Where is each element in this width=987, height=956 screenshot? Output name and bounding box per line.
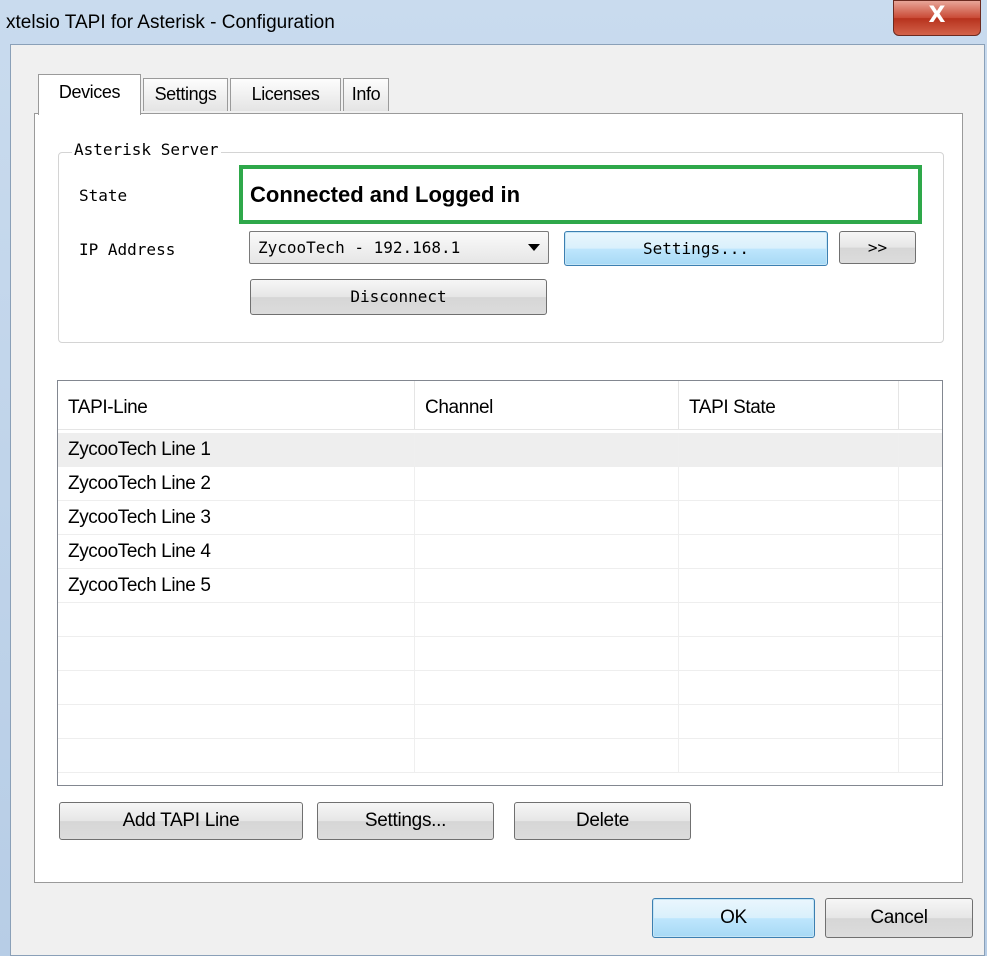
add-tapi-line-button[interactable]: Add TAPI Line [59, 802, 303, 840]
column-header-channel[interactable]: Channel [415, 381, 679, 429]
cell-tapi-state [679, 535, 899, 568]
close-button[interactable]: X [893, 0, 981, 36]
empty-row [58, 705, 942, 739]
close-icon: X [928, 3, 946, 28]
tab-devices[interactable]: Devices [38, 74, 141, 115]
window-title: xtelsio TAPI for Asterisk - Configuratio… [6, 12, 335, 33]
empty-row [58, 671, 942, 705]
table-row[interactable]: ZycooTech Line 1 [58, 433, 942, 467]
empty-row [58, 739, 942, 773]
cell-tapi-line: ZycooTech Line 4 [58, 535, 415, 568]
ok-button[interactable]: OK [652, 898, 815, 938]
ip-address-select[interactable]: ZycooTech - 192.168.1 [249, 231, 549, 264]
empty-cell [58, 705, 415, 738]
table-row[interactable]: ZycooTech Line 3 [58, 501, 942, 535]
cell-tapi-line: ZycooTech Line 3 [58, 501, 415, 534]
empty-cell [58, 671, 415, 704]
table-row[interactable]: ZycooTech Line 4 [58, 535, 942, 569]
tapi-lines-table[interactable]: TAPI-Line Channel TAPI State ZycooTech L… [57, 380, 943, 786]
empty-row [58, 637, 942, 671]
ip-address-label: IP Address [79, 240, 176, 259]
title-bar[interactable]: xtelsio TAPI for Asterisk - Configuratio… [0, 0, 987, 44]
empty-cell [415, 603, 679, 636]
cell-channel [415, 501, 679, 534]
disconnect-button[interactable]: Disconnect [250, 279, 547, 315]
tab-info[interactable]: Info [343, 78, 389, 111]
tab-settings[interactable]: Settings [143, 78, 228, 111]
cell-tapi-line: ZycooTech Line 2 [58, 467, 415, 500]
empty-cell [415, 705, 679, 738]
cell-tapi-line: ZycooTech Line 5 [58, 569, 415, 602]
expand-button[interactable]: >> [839, 231, 916, 264]
chevron-down-icon [528, 244, 540, 251]
empty-cell [679, 705, 899, 738]
group-legend: Asterisk Server [72, 140, 221, 159]
cell-tapi-state [679, 467, 899, 500]
tab-licenses[interactable]: Licenses [230, 78, 341, 111]
cell-tapi-line: ZycooTech Line 1 [58, 433, 415, 466]
config-window: xtelsio TAPI for Asterisk - Configuratio… [0, 0, 987, 956]
empty-cell [58, 637, 415, 670]
cell-channel [415, 535, 679, 568]
cell-channel [415, 467, 679, 500]
empty-cell [58, 739, 415, 772]
empty-cell [679, 637, 899, 670]
empty-cell [679, 739, 899, 772]
cell-channel [415, 433, 679, 466]
empty-cell [679, 603, 899, 636]
server-settings-button[interactable]: Settings... [564, 231, 828, 266]
empty-cell [415, 671, 679, 704]
empty-cell [415, 739, 679, 772]
delete-button[interactable]: Delete [514, 802, 691, 840]
state-value: Connected and Logged in [250, 182, 521, 207]
empty-cell [679, 671, 899, 704]
table-row[interactable]: ZycooTech Line 5 [58, 569, 942, 603]
empty-cell [415, 637, 679, 670]
empty-row [58, 603, 942, 637]
table-header: TAPI-Line Channel TAPI State [58, 381, 942, 430]
line-settings-button[interactable]: Settings... [317, 802, 494, 840]
cell-channel [415, 569, 679, 602]
empty-cell [58, 603, 415, 636]
cell-tapi-state [679, 433, 899, 466]
cell-tapi-state [679, 501, 899, 534]
ip-address-value: ZycooTech - 192.168.1 [258, 238, 461, 257]
cancel-button[interactable]: Cancel [825, 898, 973, 938]
column-header-tapi-state[interactable]: TAPI State [679, 381, 899, 429]
cell-tapi-state [679, 569, 899, 602]
state-label: State [79, 186, 128, 205]
table-row[interactable]: ZycooTech Line 2 [58, 467, 942, 501]
column-header-tapi-line[interactable]: TAPI-Line [58, 381, 415, 429]
